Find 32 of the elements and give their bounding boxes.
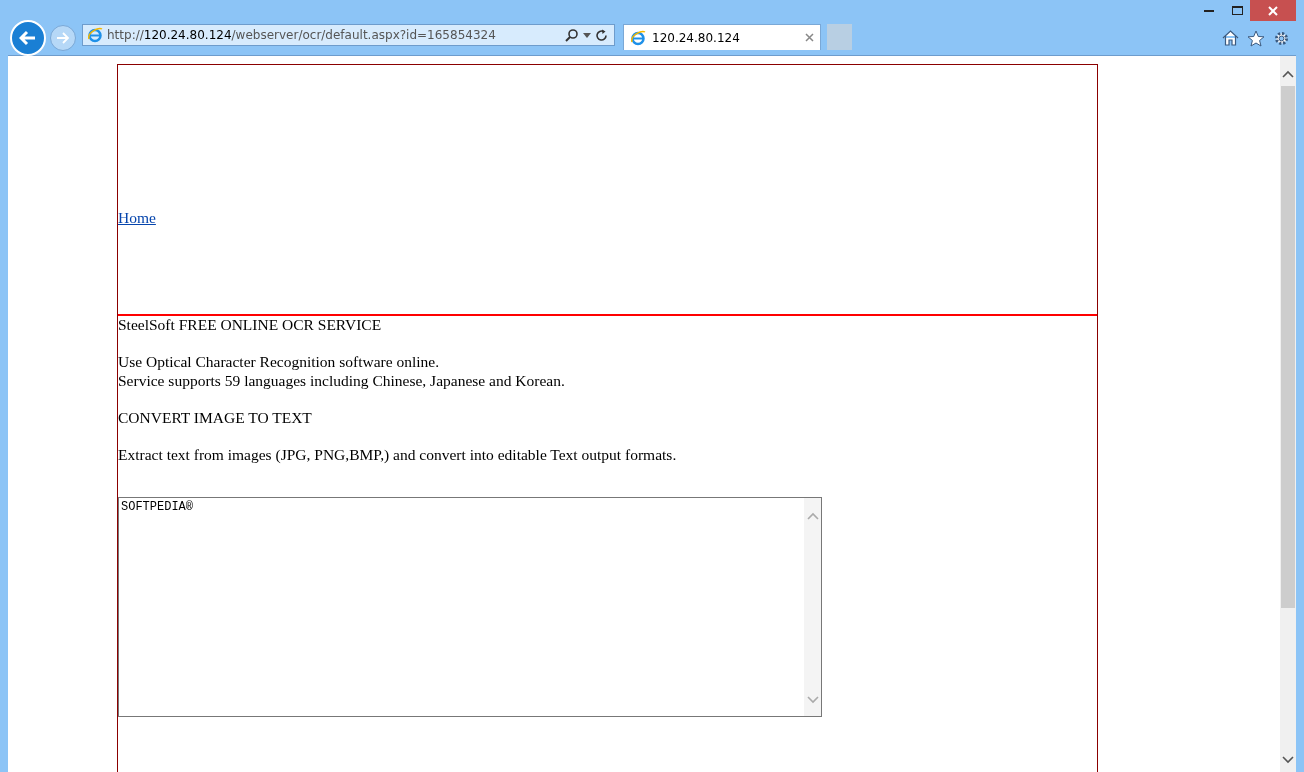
url-text: http://120.24.80.124/webserver/ocr/default.aspx?id=165854324 xyxy=(107,28,497,42)
scroll-up-icon xyxy=(1282,70,1294,78)
text-area[interactable]: SOFTPEDIA® xyxy=(118,496,822,717)
close-icon[interactable] xyxy=(805,33,814,42)
star-icon[interactable] xyxy=(1247,30,1265,47)
maximize-icon xyxy=(1231,6,1243,15)
intro-text: Use Optical Character Recognition software online. Service supports 59 languages including Chinese, Japanese and Korean. xyxy=(118,353,566,390)
address-bar[interactable]: http://120.24.80.124/webserver/ocr/default.aspx?id=165854324 xyxy=(82,24,615,46)
service-title: SteelSoft FREE ONLINE OCR SERVICE xyxy=(118,316,383,335)
text-area-scrollbar[interactable] xyxy=(804,497,821,716)
browser-logo-icon xyxy=(630,29,646,46)
browser-tab[interactable]: 120.24.80.124 xyxy=(623,24,821,50)
scroll-down-icon xyxy=(806,695,819,704)
close-icon xyxy=(1268,5,1278,16)
arrow-left-icon xyxy=(19,30,37,46)
page-scrollbar[interactable] xyxy=(1280,56,1296,772)
scroll-up-icon xyxy=(806,511,819,520)
description-text: Extract text from images (JPG, PNG,BMP,) and convert into editable Text output formats. xyxy=(118,445,678,464)
arrow-right-icon xyxy=(56,32,70,44)
browser-logo-icon xyxy=(87,27,103,43)
refresh-icon[interactable] xyxy=(595,28,608,42)
scroll-down-icon xyxy=(1282,756,1294,764)
section-heading: CONVERT IMAGE TO TEXT xyxy=(118,408,313,427)
home-link[interactable]: Home xyxy=(118,208,156,227)
dropdown-caret-icon[interactable] xyxy=(583,32,591,38)
minimize-icon xyxy=(1204,9,1214,12)
close-button[interactable] xyxy=(1250,0,1296,21)
settings-icon[interactable] xyxy=(1273,30,1290,47)
home-icon[interactable] xyxy=(1222,30,1239,46)
back-button[interactable] xyxy=(10,20,46,56)
scrollbar-thumb[interactable] xyxy=(1281,86,1295,608)
search-icon[interactable] xyxy=(565,28,579,42)
